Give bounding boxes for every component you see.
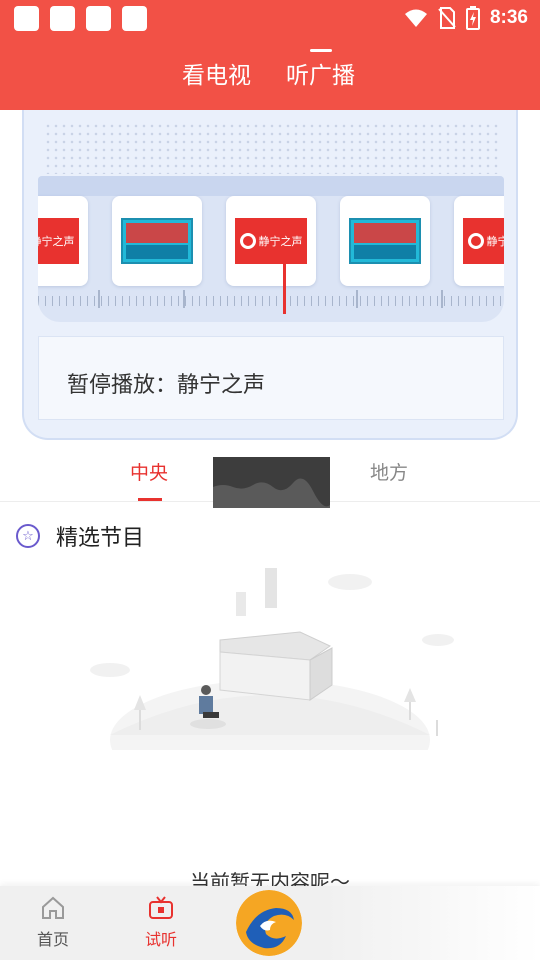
top-tabs: 看电视 听广播 xyxy=(0,56,540,96)
app-logo[interactable] xyxy=(236,890,302,956)
battery-charging-icon xyxy=(465,6,480,30)
station-logo: 静宁之声 xyxy=(235,218,307,264)
notification-icon xyxy=(122,6,147,31)
status-time: 8:36 xyxy=(489,7,528,28)
station-card[interactable]: 静宁之声 xyxy=(454,196,504,286)
radio-player: 静宁之声 静宁之声 静宁之声 暂停播放：静宁之声 xyxy=(22,110,518,440)
station-logo xyxy=(121,218,193,264)
scale-major-tick xyxy=(183,290,185,308)
notification-icon xyxy=(14,6,39,31)
tab-tv[interactable]: 看电视 xyxy=(182,56,251,90)
tuner-bar xyxy=(38,176,504,196)
nav-listen-label: 试听 xyxy=(144,930,177,949)
tab-local[interactable]: 地方 xyxy=(370,458,408,485)
station-logo: 静宁之声 xyxy=(38,218,79,264)
station-logo: 静宁之声 xyxy=(463,218,504,264)
wifi-icon xyxy=(404,9,427,27)
no-sim-icon xyxy=(438,7,456,29)
station-carousel[interactable]: 静宁之声 静宁之声 静宁之声 xyxy=(38,176,504,322)
station-card[interactable] xyxy=(340,196,430,286)
status-bar: 8:36 xyxy=(0,0,540,36)
nav-home-label: 首页 xyxy=(36,930,69,949)
playback-status-text: 暂停播放：静宁之声 xyxy=(67,373,266,398)
home-icon xyxy=(42,896,64,919)
frequency-scale xyxy=(38,292,504,322)
empty-state-illustration xyxy=(90,568,454,750)
scale-major-tick xyxy=(98,290,100,308)
station-logo xyxy=(349,218,421,264)
speaker-grille xyxy=(44,122,500,174)
station-card[interactable] xyxy=(112,196,202,286)
tv-icon xyxy=(149,896,173,919)
loading-overlay xyxy=(213,457,330,508)
tuner-needle xyxy=(283,256,286,314)
app-header: 8:36 看电视 听广播 xyxy=(0,0,540,110)
scale-major-tick xyxy=(441,290,443,308)
notification-icon xyxy=(86,6,111,31)
playback-status: 暂停播放：静宁之声 xyxy=(38,336,504,420)
nav-listen[interactable]: 试听 xyxy=(131,894,191,950)
station-card-selected[interactable]: 静宁之声 xyxy=(226,196,316,286)
category-tab-indicator xyxy=(138,498,162,501)
tab-central[interactable]: 中央 xyxy=(130,458,168,485)
section-title: 精选节目 xyxy=(56,526,145,551)
star-icon: ☆ xyxy=(16,524,40,548)
scale-major-tick xyxy=(356,290,358,308)
tab-radio[interactable]: 听广播 xyxy=(286,56,355,90)
nav-home[interactable]: 首页 xyxy=(23,894,83,950)
notification-icon xyxy=(50,6,75,31)
tab-indicator xyxy=(310,49,332,52)
station-card[interactable]: 静宁之声 xyxy=(38,196,88,286)
